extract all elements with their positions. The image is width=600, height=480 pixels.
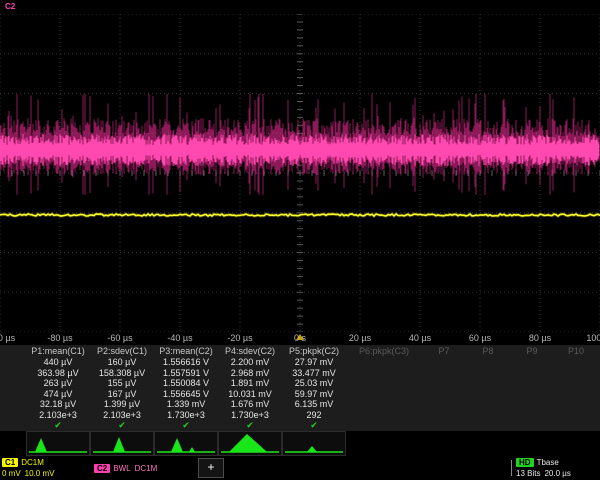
measure-column[interactable]: P2:sdev(C1)160 µV158.308 µV155 µV167 µV1… (90, 345, 154, 431)
c2-bwl-label: BWL (113, 464, 130, 473)
measure-value: 2.103e+3 (39, 410, 77, 421)
measure-value: 1.339 mV (167, 399, 206, 410)
measure-column-header: P8 (482, 345, 493, 357)
measure-histicon[interactable] (282, 431, 346, 456)
measure-status-check: ✔ (118, 420, 126, 431)
measure-column-header: P4:sdev(C2) (225, 345, 275, 357)
measure-value: 1.676 mV (231, 399, 270, 410)
time-axis-label: -80 µs (47, 333, 72, 343)
measure-column[interactable]: P9 (510, 345, 554, 431)
time-axis-label: 60 µs (469, 333, 491, 343)
measure-value: 1.550084 V (163, 378, 209, 389)
measure-value: 292 (306, 410, 321, 421)
measure-value: 2.103e+3 (103, 410, 141, 421)
measure-status-check: ✔ (310, 420, 318, 431)
c2-chip[interactable]: C2 (94, 464, 110, 473)
time-axis-label: 20 µs (349, 333, 371, 343)
crosshair-button[interactable]: + (198, 458, 224, 478)
measure-histicon[interactable] (26, 431, 90, 456)
c1-offset-value: 0 mV (2, 469, 21, 478)
measure-histicon[interactable] (218, 431, 282, 456)
measure-column[interactable]: P6:pkpk(C3) (346, 345, 422, 431)
time-axis-label: -40 µs (167, 333, 192, 343)
c2-coupling-label: DC1M (135, 464, 158, 473)
time-axis-label: 100 µs (586, 333, 600, 343)
histicon-row (26, 431, 346, 456)
measure-value: 440 µV (44, 357, 73, 368)
measure-column[interactable]: P1:mean(C1)440 µV363.98 µV263 µV474 µV32… (26, 345, 90, 431)
timebase-descriptor[interactable]: HD Tbase 13 Bits 20.0 µs (516, 456, 598, 480)
measure-value: 2.200 mV (231, 357, 270, 368)
oscilloscope-screen: C2 -100 µs -80 µs -60 µs -40 µs -20 µs 0 s 20 … (0, 0, 600, 480)
measure-column-header: P3:mean(C2) (159, 345, 213, 357)
measure-column-header: P7 (438, 345, 449, 357)
measure-histicon[interactable] (154, 431, 218, 456)
timebase-bits: 13 Bits (516, 469, 540, 478)
bottom-bar: C1 DC1M 0 mV 10.0 mV C2 BWL DC1M + HD Tb… (0, 456, 600, 480)
measure-column-header: P9 (526, 345, 537, 357)
time-axis: -100 µs -80 µs -60 µs -40 µs -20 µs 0 s 20 µs 4… (0, 332, 600, 345)
measure-column[interactable]: P5:pkpk(C2)27.97 mV33.477 mV25.03 mV59.9… (282, 345, 346, 431)
top-strip: C2 (0, 0, 600, 14)
time-axis-label: -60 µs (107, 333, 132, 343)
measure-value: 2.968 mV (231, 368, 270, 379)
measure-value: 27.97 mV (295, 357, 334, 368)
measure-column[interactable]: P3:mean(C2)1.556616 V1.557591 V1.550084 … (154, 345, 218, 431)
measure-value: 263 µV (44, 378, 73, 389)
timebase-label: Tbase (537, 458, 559, 467)
time-axis-label: 40 µs (409, 333, 431, 343)
measure-column-header: P5:pkpk(C2) (289, 345, 339, 357)
measure-column-header: P6:pkpk(C3) (359, 345, 409, 357)
measure-value: 59.97 mV (295, 389, 334, 400)
time-axis-label: -20 µs (227, 333, 252, 343)
measure-value: 1.399 µV (104, 399, 140, 410)
measure-value: 1.891 mV (231, 378, 270, 389)
measure-value: 363.98 µV (37, 368, 78, 379)
time-axis-label: -100 µs (0, 333, 15, 343)
c1-descriptor[interactable]: C1 DC1M 0 mV 10.0 mV (2, 456, 94, 480)
measure-table: P1:mean(C1)440 µV363.98 µV263 µV474 µV32… (0, 345, 600, 431)
measure-column[interactable]: P8 (466, 345, 510, 431)
measure-column[interactable]: P7 (422, 345, 466, 431)
bottom-bar-divider (511, 460, 512, 476)
measure-value: 25.03 mV (295, 378, 334, 389)
measure-value: 1.556645 V (163, 389, 209, 400)
measure-column-header: P10 (568, 345, 584, 357)
measure-value: 10.031 mV (228, 389, 272, 400)
measure-value: 155 µV (108, 378, 137, 389)
measure-status-check: ✔ (182, 420, 190, 431)
c1-chip[interactable]: C1 (2, 458, 18, 467)
hd-badge: HD (516, 458, 534, 467)
measure-value: 474 µV (44, 389, 73, 400)
measure-column-header: P1:mean(C1) (31, 345, 85, 357)
time-axis-label: 80 µs (529, 333, 551, 343)
measure-value: 167 µV (108, 389, 137, 400)
c2-descriptor[interactable]: C2 BWL DC1M (94, 456, 190, 480)
measure-value: 1.730e+3 (231, 410, 269, 421)
waveform-grid-display[interactable] (0, 14, 600, 332)
measure-value: 1.557591 V (163, 368, 209, 379)
measure-value: 1.556616 V (163, 357, 209, 368)
measure-status-check: ✔ (54, 420, 62, 431)
measure-value: 6.135 mV (295, 399, 334, 410)
measure-status-check: ✔ (246, 420, 254, 431)
measure-value: 32.18 µV (40, 399, 76, 410)
timebase-tdiv: 20.0 µs (544, 469, 570, 478)
measure-column[interactable]: P10 (554, 345, 598, 431)
c1-vdiv-value: 10.0 mV (25, 469, 55, 478)
measure-histicon[interactable] (90, 431, 154, 456)
c1-coupling-label: DC1M (21, 458, 44, 467)
measure-value: 160 µV (108, 357, 137, 368)
measure-value: 33.477 mV (292, 368, 336, 379)
measure-column[interactable]: P4:sdev(C2)2.200 mV2.968 mV1.891 mV10.03… (218, 345, 282, 431)
measure-column-header: P2:sdev(C1) (97, 345, 147, 357)
time-axis-label: 0 s (294, 333, 306, 343)
c2-trace-tag: C2 (5, 2, 15, 11)
measure-value: 158.308 µV (99, 368, 145, 379)
measure-value: 1.730e+3 (167, 410, 205, 421)
